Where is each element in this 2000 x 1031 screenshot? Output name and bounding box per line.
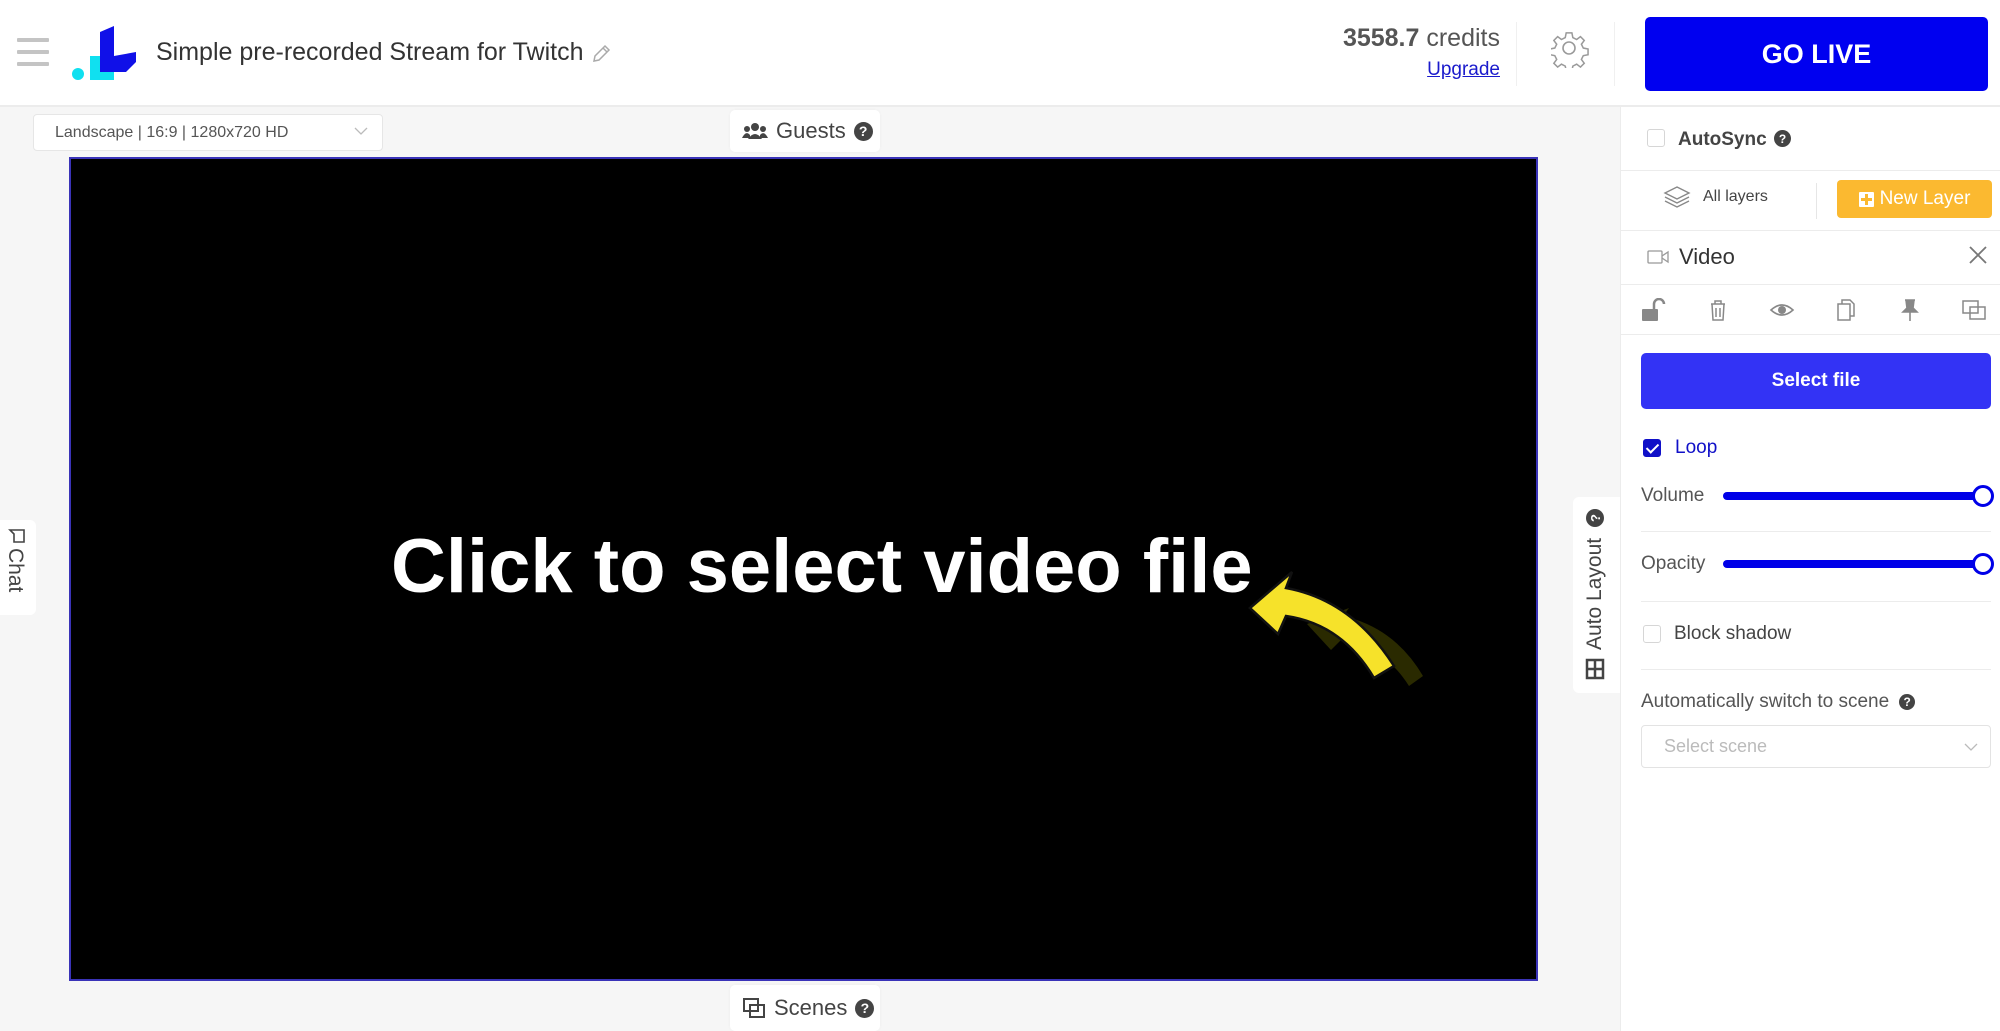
loop-checkbox[interactable]: [1643, 439, 1661, 457]
volume-slider[interactable]: [1723, 492, 1983, 500]
eye-icon[interactable]: [1769, 298, 1795, 322]
upgrade-link[interactable]: Upgrade: [1343, 59, 1500, 81]
layer-panel: AutoSync ? All layers New Layer Video Se…: [1620, 107, 2000, 1031]
plus-icon: [1859, 192, 1874, 207]
new-layer-label: New Layer: [1880, 188, 1971, 210]
scene-select-placeholder: Select scene: [1664, 736, 1767, 757]
opacity-slider-thumb[interactable]: [1972, 553, 1994, 575]
users-icon: [742, 121, 768, 141]
pin-icon[interactable]: [1897, 298, 1923, 322]
menu-icon[interactable]: [17, 38, 49, 66]
opacity-row: Opacity: [1641, 538, 1991, 602]
guests-label: Guests: [776, 118, 846, 144]
auto-switch-label: Automatically switch to scene: [1641, 691, 1889, 713]
edit-title-icon[interactable]: [590, 43, 612, 65]
opacity-slider[interactable]: [1723, 560, 1983, 568]
chat-icon: [6, 526, 26, 546]
scenes-icon: [742, 997, 766, 1019]
auto-layout-tab[interactable]: ? Auto Layout: [1573, 497, 1620, 693]
select-video-prompt[interactable]: Click to select video file: [391, 523, 1253, 610]
autosync-label: AutoSync: [1678, 129, 1767, 151]
chevron-down-icon: [1964, 740, 1978, 754]
logo: [70, 26, 142, 82]
layer-header: Video: [1621, 231, 2000, 285]
stream-title: Simple pre-recorded Stream for Twitch: [156, 38, 583, 67]
scene-select[interactable]: Select scene: [1641, 725, 1991, 768]
guests-tab[interactable]: Guests ?: [730, 110, 880, 152]
chevron-down-icon: [354, 124, 368, 138]
autosync-checkbox[interactable]: [1647, 129, 1665, 147]
layer-toolbar: [1621, 285, 2000, 335]
video-camera-icon: [1647, 249, 1669, 265]
layers-icon: [1663, 185, 1691, 209]
chat-tab[interactable]: Chat: [0, 520, 36, 615]
top-bar: Simple pre-recorded Stream for Twitch 35…: [0, 0, 2000, 107]
credits-display: 3558.7 credits Upgrade: [1343, 24, 1500, 81]
select-file-button[interactable]: Select file: [1641, 353, 1991, 409]
layer-title: Video: [1679, 244, 1735, 270]
auto-switch-label-row: Automatically switch to scene ?: [1641, 691, 1915, 713]
block-shadow-label: Block shadow: [1674, 623, 1791, 645]
chat-label: Chat: [3, 548, 27, 592]
new-layer-button[interactable]: New Layer: [1837, 180, 1992, 218]
layout-icon: [1585, 658, 1605, 680]
help-icon[interactable]: ?: [855, 999, 874, 1018]
loop-option[interactable]: Loop: [1643, 437, 1717, 459]
all-layers-button[interactable]: All layers: [1663, 185, 1768, 209]
go-live-button[interactable]: GO LIVE: [1645, 17, 1988, 91]
divider: [1516, 22, 1517, 86]
resolution-select[interactable]: Landscape | 16:9 | 1280x720 HD: [33, 114, 383, 151]
resolution-select-value: Landscape | 16:9 | 1280x720 HD: [55, 124, 288, 142]
video-stage[interactable]: Click to select video file: [69, 157, 1538, 981]
volume-row: Volume: [1641, 470, 1991, 532]
loop-label: Loop: [1675, 437, 1717, 459]
scenes-label: Scenes: [774, 995, 847, 1021]
volume-label: Volume: [1641, 485, 1704, 507]
help-icon[interactable]: ?: [1899, 694, 1915, 710]
divider: [1816, 183, 1817, 219]
trash-icon[interactable]: [1705, 298, 1731, 322]
all-layers-label: All layers: [1703, 188, 1768, 206]
help-icon[interactable]: ?: [854, 122, 873, 141]
copy-icon[interactable]: [1833, 298, 1859, 322]
layers-row: All layers New Layer: [1621, 171, 2000, 231]
help-icon[interactable]: ?: [1774, 130, 1791, 147]
block-shadow-checkbox[interactable]: [1643, 625, 1661, 643]
help-icon[interactable]: ?: [1586, 509, 1604, 527]
scenes-tab[interactable]: Scenes ?: [730, 985, 880, 1031]
opacity-label: Opacity: [1641, 553, 1705, 575]
scenes-icon[interactable]: [1961, 298, 1987, 322]
credits-label: credits: [1426, 24, 1500, 52]
arrow-icon: [1242, 554, 1442, 694]
auto-layout-label: Auto Layout: [1583, 530, 1607, 650]
credits-amount: 3558.7: [1343, 24, 1419, 52]
close-icon[interactable]: [1967, 244, 1989, 266]
unlock-icon[interactable]: [1641, 298, 1667, 322]
block-shadow-row: Block shadow: [1641, 602, 1991, 670]
divider: [1614, 22, 1615, 86]
autosync-row: AutoSync ?: [1621, 107, 2000, 171]
volume-slider-thumb[interactable]: [1972, 485, 1994, 507]
gear-icon[interactable]: [1551, 30, 1589, 68]
